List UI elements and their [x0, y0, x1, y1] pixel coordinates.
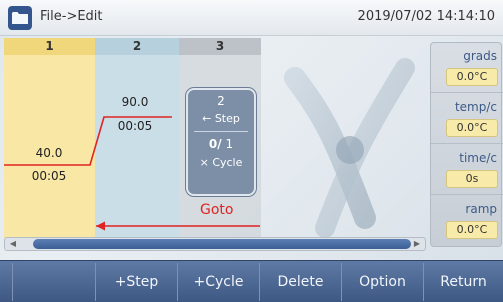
scrollbar-thumb[interactable]	[33, 239, 411, 249]
add-step-button[interactable]: +Step	[96, 263, 178, 301]
param-label: grads	[463, 49, 497, 63]
step-number: 1	[4, 38, 95, 55]
blank-button[interactable]	[12, 263, 96, 301]
step-column-2[interactable]: 2	[95, 38, 179, 238]
goto-step-number[interactable]: 2	[188, 94, 254, 108]
breadcrumb: File->Edit	[40, 9, 103, 24]
cycle-box[interactable]: 2 ← Step 0/ 1 × Cycle	[186, 88, 256, 196]
step-number: 3	[179, 38, 261, 55]
bottom-toolbar: +Step +Cycle Delete Option Return	[0, 260, 503, 302]
chromosome-image	[284, 58, 415, 238]
goto-step-label: ← Step	[202, 112, 240, 125]
param-label: ramp	[465, 202, 497, 216]
return-button[interactable]: Return	[424, 263, 503, 301]
title-bar: File->Edit 2019/07/02 14:14:10	[0, 0, 503, 36]
total-cycles: 1	[225, 137, 234, 151]
option-button[interactable]: Option	[342, 263, 424, 301]
param-grads: grads 0.0°C	[431, 43, 503, 93]
param-value-field[interactable]: 0.0°C	[446, 119, 498, 137]
delete-button[interactable]: Delete	[260, 263, 342, 301]
step-2-temperature[interactable]: 90.0	[105, 95, 165, 109]
param-label: time/c	[459, 151, 497, 165]
cycle-divider	[194, 131, 248, 132]
horizontal-scrollbar[interactable]: ◀ ▶	[4, 237, 426, 251]
folder-icon[interactable]	[8, 6, 32, 30]
param-value-field[interactable]: 0s	[446, 170, 498, 188]
param-label: temp/c	[454, 100, 497, 114]
datetime-display: 2019/07/02 14:14:10	[357, 9, 495, 24]
step-number: 2	[95, 38, 179, 55]
param-time-c: time/c 0s	[431, 145, 503, 195]
scroll-right-icon[interactable]: ▶	[411, 238, 423, 250]
scroll-left-icon[interactable]: ◀	[7, 238, 19, 250]
step-1-time[interactable]: 00:05	[19, 169, 79, 183]
parameter-panel: grads 0.0°C temp/c 0.0°C time/c 0s ramp …	[430, 42, 503, 247]
cycle-count[interactable]: 0/ 1	[188, 137, 254, 151]
param-ramp: ramp 0.0°C	[431, 196, 503, 246]
param-temp-c: temp/c 0.0°C	[431, 94, 503, 144]
current-cycle: 0/	[208, 137, 222, 151]
cycle-label: × Cycle	[199, 156, 243, 169]
add-cycle-button[interactable]: +Cycle	[178, 263, 260, 301]
goto-label: Goto	[200, 202, 234, 218]
step-2-time[interactable]: 00:05	[105, 119, 165, 133]
step-1-temperature[interactable]: 40.0	[19, 146, 79, 160]
param-value-field[interactable]: 0.0°C	[446, 68, 498, 86]
step-column-1[interactable]: 1	[4, 38, 95, 238]
param-value-field[interactable]: 0.0°C	[446, 221, 498, 239]
